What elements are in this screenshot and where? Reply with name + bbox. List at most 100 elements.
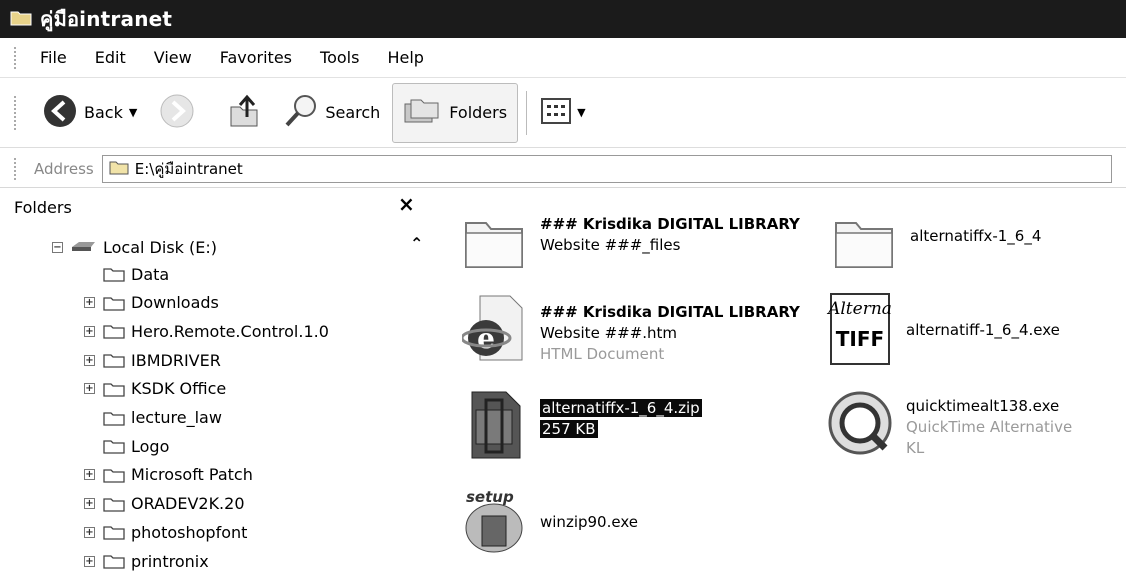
search-button[interactable]: Search (277, 89, 386, 137)
folders-pane-header: Folders (14, 198, 72, 217)
tree-item-label: Microsoft Patch (131, 465, 253, 485)
address-label: Address (34, 159, 94, 178)
expand-icon[interactable]: + (84, 555, 95, 567)
tree-item-label: printronix (131, 551, 209, 571)
views-button[interactable]: ▼ (535, 89, 591, 137)
forward-arrow-icon (159, 93, 195, 133)
tree-item[interactable]: + Microsoft Patch (84, 462, 253, 488)
folders-label: Folders (449, 103, 508, 122)
tree-item-label: Hero.Remote.Control.1.0 (131, 321, 329, 341)
up-folder-icon (227, 93, 261, 133)
tree-item-label: ORADEV2K.20 (131, 494, 245, 514)
expand-icon[interactable]: + (84, 325, 95, 337)
file-name-line1: alternatiffx-1_6_4.zip (540, 399, 702, 417)
tree-item[interactable]: + photoshopfont (84, 519, 247, 545)
file-description-2: KL (906, 439, 925, 457)
tree-item[interactable]: + Downloads (84, 290, 219, 316)
expand-icon[interactable]: + (84, 498, 95, 510)
tree-item-label: IBMDRIVER (131, 350, 221, 370)
file-type-label: HTML Document (540, 345, 665, 363)
tree-item-label: photoshopfont (131, 522, 248, 542)
expand-icon[interactable]: + (84, 383, 95, 395)
search-icon (283, 93, 319, 133)
close-icon[interactable]: × (398, 192, 415, 216)
svg-text:e: e (477, 322, 495, 355)
file-item[interactable]: ### Krisdika DIGITAL LIBRARY Website ###… (454, 206, 800, 276)
standard-toolbar: Back ▼ Search Folders ▼ (0, 78, 1126, 148)
folder-icon (103, 295, 125, 311)
tree-item[interactable]: lecture_law (84, 405, 222, 431)
views-dropdown-icon[interactable]: ▼ (577, 106, 585, 119)
folder-icon (103, 553, 125, 569)
expand-icon[interactable]: + (84, 526, 95, 538)
zip-icon (454, 390, 534, 460)
menu-tools[interactable]: Tools (318, 46, 361, 69)
file-item[interactable]: quicktimealt138.exe QuickTime Alternativ… (820, 388, 1072, 459)
back-arrow-icon (42, 93, 78, 133)
folder-icon (103, 266, 125, 282)
quicktime-icon (820, 388, 900, 458)
back-button[interactable]: Back ▼ (36, 89, 143, 137)
drive-icon (71, 238, 103, 257)
tree-item[interactable]: + IBMDRIVER (84, 347, 221, 373)
tree-item-label: lecture_law (131, 408, 222, 427)
alternatiff-icon-top-text: Alterna (828, 299, 892, 319)
tree-root-label: Local Disk (E:) (103, 237, 217, 257)
tree-root-local-disk[interactable]: − Local Disk (E:) (52, 234, 217, 260)
folder-icon (103, 467, 125, 483)
tree-item[interactable]: + ORADEV2K.20 (84, 491, 245, 517)
expand-icon[interactable]: + (84, 297, 95, 309)
file-name-line1: ### Krisdika DIGITAL LIBRARY (540, 215, 800, 233)
expand-icon[interactable]: + (84, 354, 95, 366)
scroll-up-icon[interactable]: ⌃ (410, 234, 423, 253)
file-item-selected[interactable]: alternatiffx-1_6_4.zip 257 KB (454, 390, 702, 460)
tree-item[interactable]: Data (84, 261, 169, 287)
menu-edit[interactable]: Edit (93, 46, 128, 69)
menubar-grip[interactable] (14, 47, 19, 69)
tree-item-label: KSDK Office (131, 379, 227, 399)
file-name-line2: Website ###.htm (540, 324, 678, 342)
addressbar-grip[interactable] (14, 158, 19, 180)
menu-file[interactable]: File (38, 46, 69, 69)
folders-pane: Folders × ⌃ − Local Disk (E:) Data + Downl… (0, 190, 430, 572)
file-name-line1: alternatiffx-1_6_4 (910, 227, 1042, 245)
file-item[interactable]: e ### Krisdika DIGITAL LIBRARY Website #… (454, 294, 800, 365)
winzip-setup-icon: setup (454, 486, 534, 556)
tree-item[interactable]: + Hero.Remote.Control.1.0 (84, 318, 329, 344)
folder-icon (103, 323, 125, 340)
menu-help[interactable]: Help (385, 46, 425, 69)
ie-html-icon: e (454, 294, 534, 364)
setup-icon-text: setup (466, 488, 514, 506)
folder-icon (103, 410, 125, 426)
folders-button[interactable]: Folders (392, 82, 519, 143)
file-name-line2: Website ###_files (540, 236, 681, 254)
address-field[interactable]: E:\คู่มือintranet (101, 154, 1112, 183)
menu-favorites[interactable]: Favorites (218, 46, 294, 69)
alternatiff-icon: Alterna TIFF (820, 293, 900, 365)
tree-item[interactable]: Logo (84, 433, 169, 459)
window-title: คู่มือintranet (40, 7, 173, 31)
file-name-line1: quicktimealt138.exe (906, 397, 1060, 415)
tree-item-label: Data (131, 264, 170, 284)
folder-icon (454, 206, 534, 276)
menu-view[interactable]: View (152, 46, 194, 69)
tree-item-label: Downloads (131, 293, 219, 313)
alternatiff-icon-bottom-text: TIFF (835, 327, 885, 351)
folder-icon (103, 381, 125, 397)
tree-item[interactable]: + KSDK Office (84, 376, 226, 402)
expand-icon[interactable]: + (84, 469, 95, 481)
folder-icon (824, 206, 904, 276)
forward-button[interactable] (153, 89, 201, 137)
title-bar: คู่มือintranet (0, 0, 1126, 38)
file-item[interactable]: alternatiffx-1_6_4 (824, 206, 1041, 276)
back-label: Back (84, 103, 123, 122)
tree-item[interactable]: + printronix (84, 548, 209, 574)
address-bar: Address E:\คู่มือintranet (0, 150, 1126, 188)
file-item[interactable]: setup winzip90.exe (454, 486, 638, 556)
up-folder-button[interactable] (221, 89, 267, 137)
toolbar-grip[interactable] (14, 96, 19, 130)
file-content-pane: ### Krisdika DIGITAL LIBRARY Website ###… (440, 190, 1126, 572)
back-dropdown-icon[interactable]: ▼ (129, 106, 137, 119)
file-item[interactable]: Alterna TIFF alternatiff-1_6_4.exe (820, 293, 1060, 365)
collapse-icon[interactable]: − (52, 241, 63, 253)
